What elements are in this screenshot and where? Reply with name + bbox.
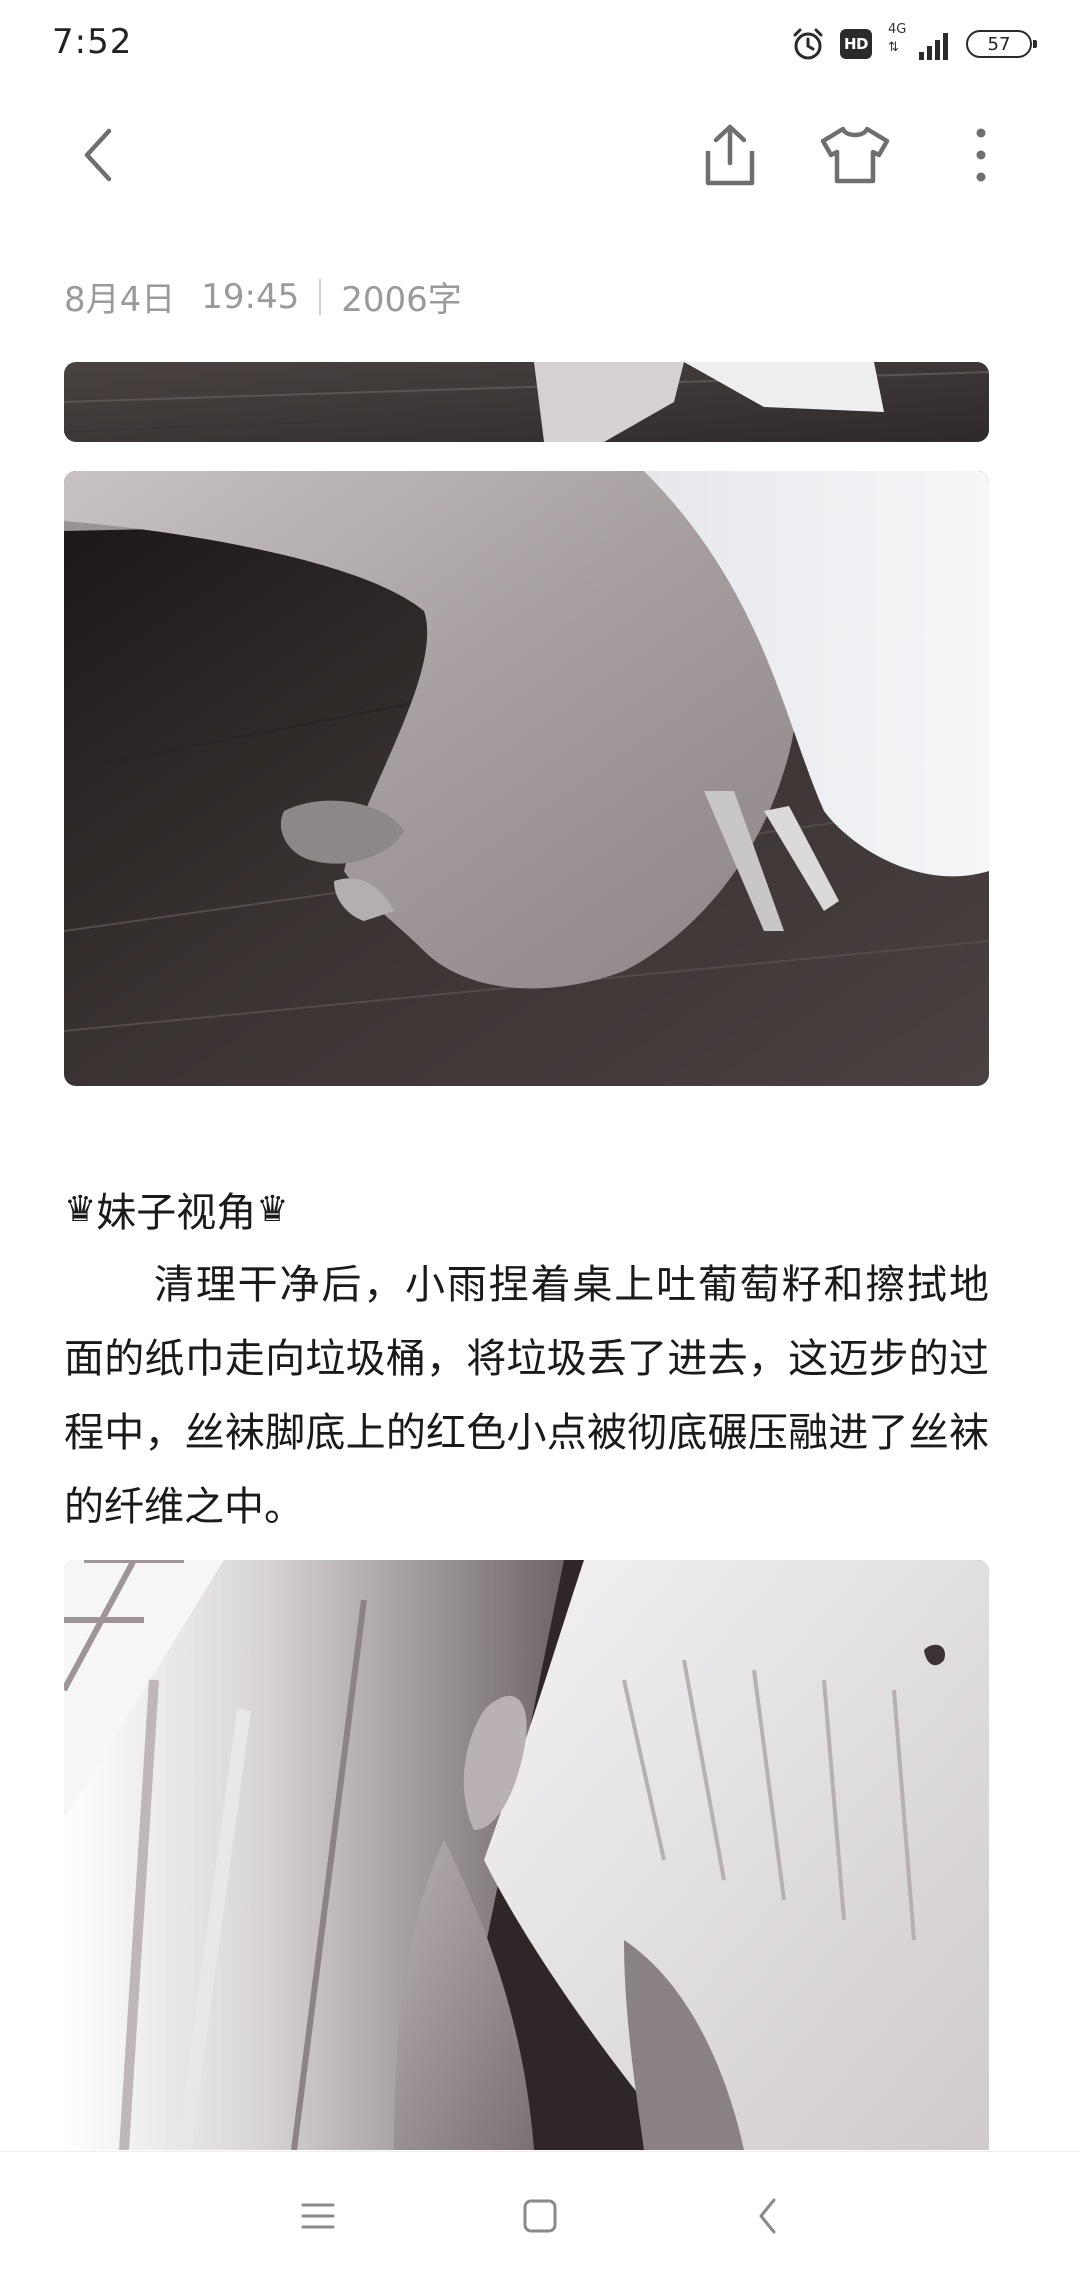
- section-title-text: 妹子视角: [96, 1190, 257, 1236]
- crown-icon: ♛: [64, 1188, 97, 1230]
- theme-button[interactable]: [818, 118, 892, 192]
- back-button[interactable]: [62, 118, 136, 192]
- section-title: ♛ 妹子视角 ♛: [64, 1180, 289, 1238]
- note-time: 19:45: [201, 276, 300, 317]
- back-chevron-icon: [84, 128, 112, 182]
- more-options-button[interactable]: [944, 118, 1018, 192]
- network-arrows-icon: ⇅: [888, 40, 899, 55]
- note-meta: 8月4日 19:45 2006字: [64, 272, 462, 321]
- word-count: 2006字: [341, 280, 462, 320]
- menu-icon: [301, 2203, 335, 2229]
- home-square-icon: [523, 2199, 557, 2233]
- note-image[interactable]: [64, 1560, 989, 2150]
- battery-level: 57: [987, 33, 1011, 55]
- battery-icon: 57: [966, 30, 1037, 58]
- status-bar: 7:52 HD 4G ⇅ 57: [0, 0, 1080, 90]
- signal-icon: 4G ⇅: [886, 22, 948, 64]
- crown-icon: ♛: [256, 1188, 289, 1230]
- alarm-icon: [793, 28, 823, 60]
- network-type-label: 4G: [888, 22, 907, 37]
- system-nav-bar: [0, 2151, 1080, 2280]
- share-button[interactable]: [693, 118, 767, 192]
- note-date: 8月4日: [64, 280, 176, 320]
- note-image[interactable]: [64, 471, 989, 1086]
- system-back-button[interactable]: [730, 2178, 806, 2254]
- meta-divider: [319, 278, 322, 315]
- note-paragraph[interactable]: 清理干净后，小雨捏着桌上吐葡萄籽和擦拭地面的纸巾走向垃圾桶，将垃圾丢了进去，这迈…: [64, 1248, 989, 1544]
- recents-button[interactable]: [280, 2178, 356, 2254]
- more-vertical-icon: [976, 128, 986, 182]
- status-time: 7:52: [52, 22, 133, 62]
- status-icons: HD 4G ⇅ 57: [790, 22, 1037, 64]
- share-icon: [705, 124, 755, 186]
- top-toolbar: [0, 100, 1080, 210]
- back-icon: [759, 2198, 776, 2234]
- hd-icon: HD: [840, 29, 872, 59]
- note-image[interactable]: [64, 362, 989, 442]
- signal-bars: [919, 33, 948, 60]
- home-button[interactable]: [502, 2178, 578, 2254]
- shirt-theme-icon: [820, 126, 890, 184]
